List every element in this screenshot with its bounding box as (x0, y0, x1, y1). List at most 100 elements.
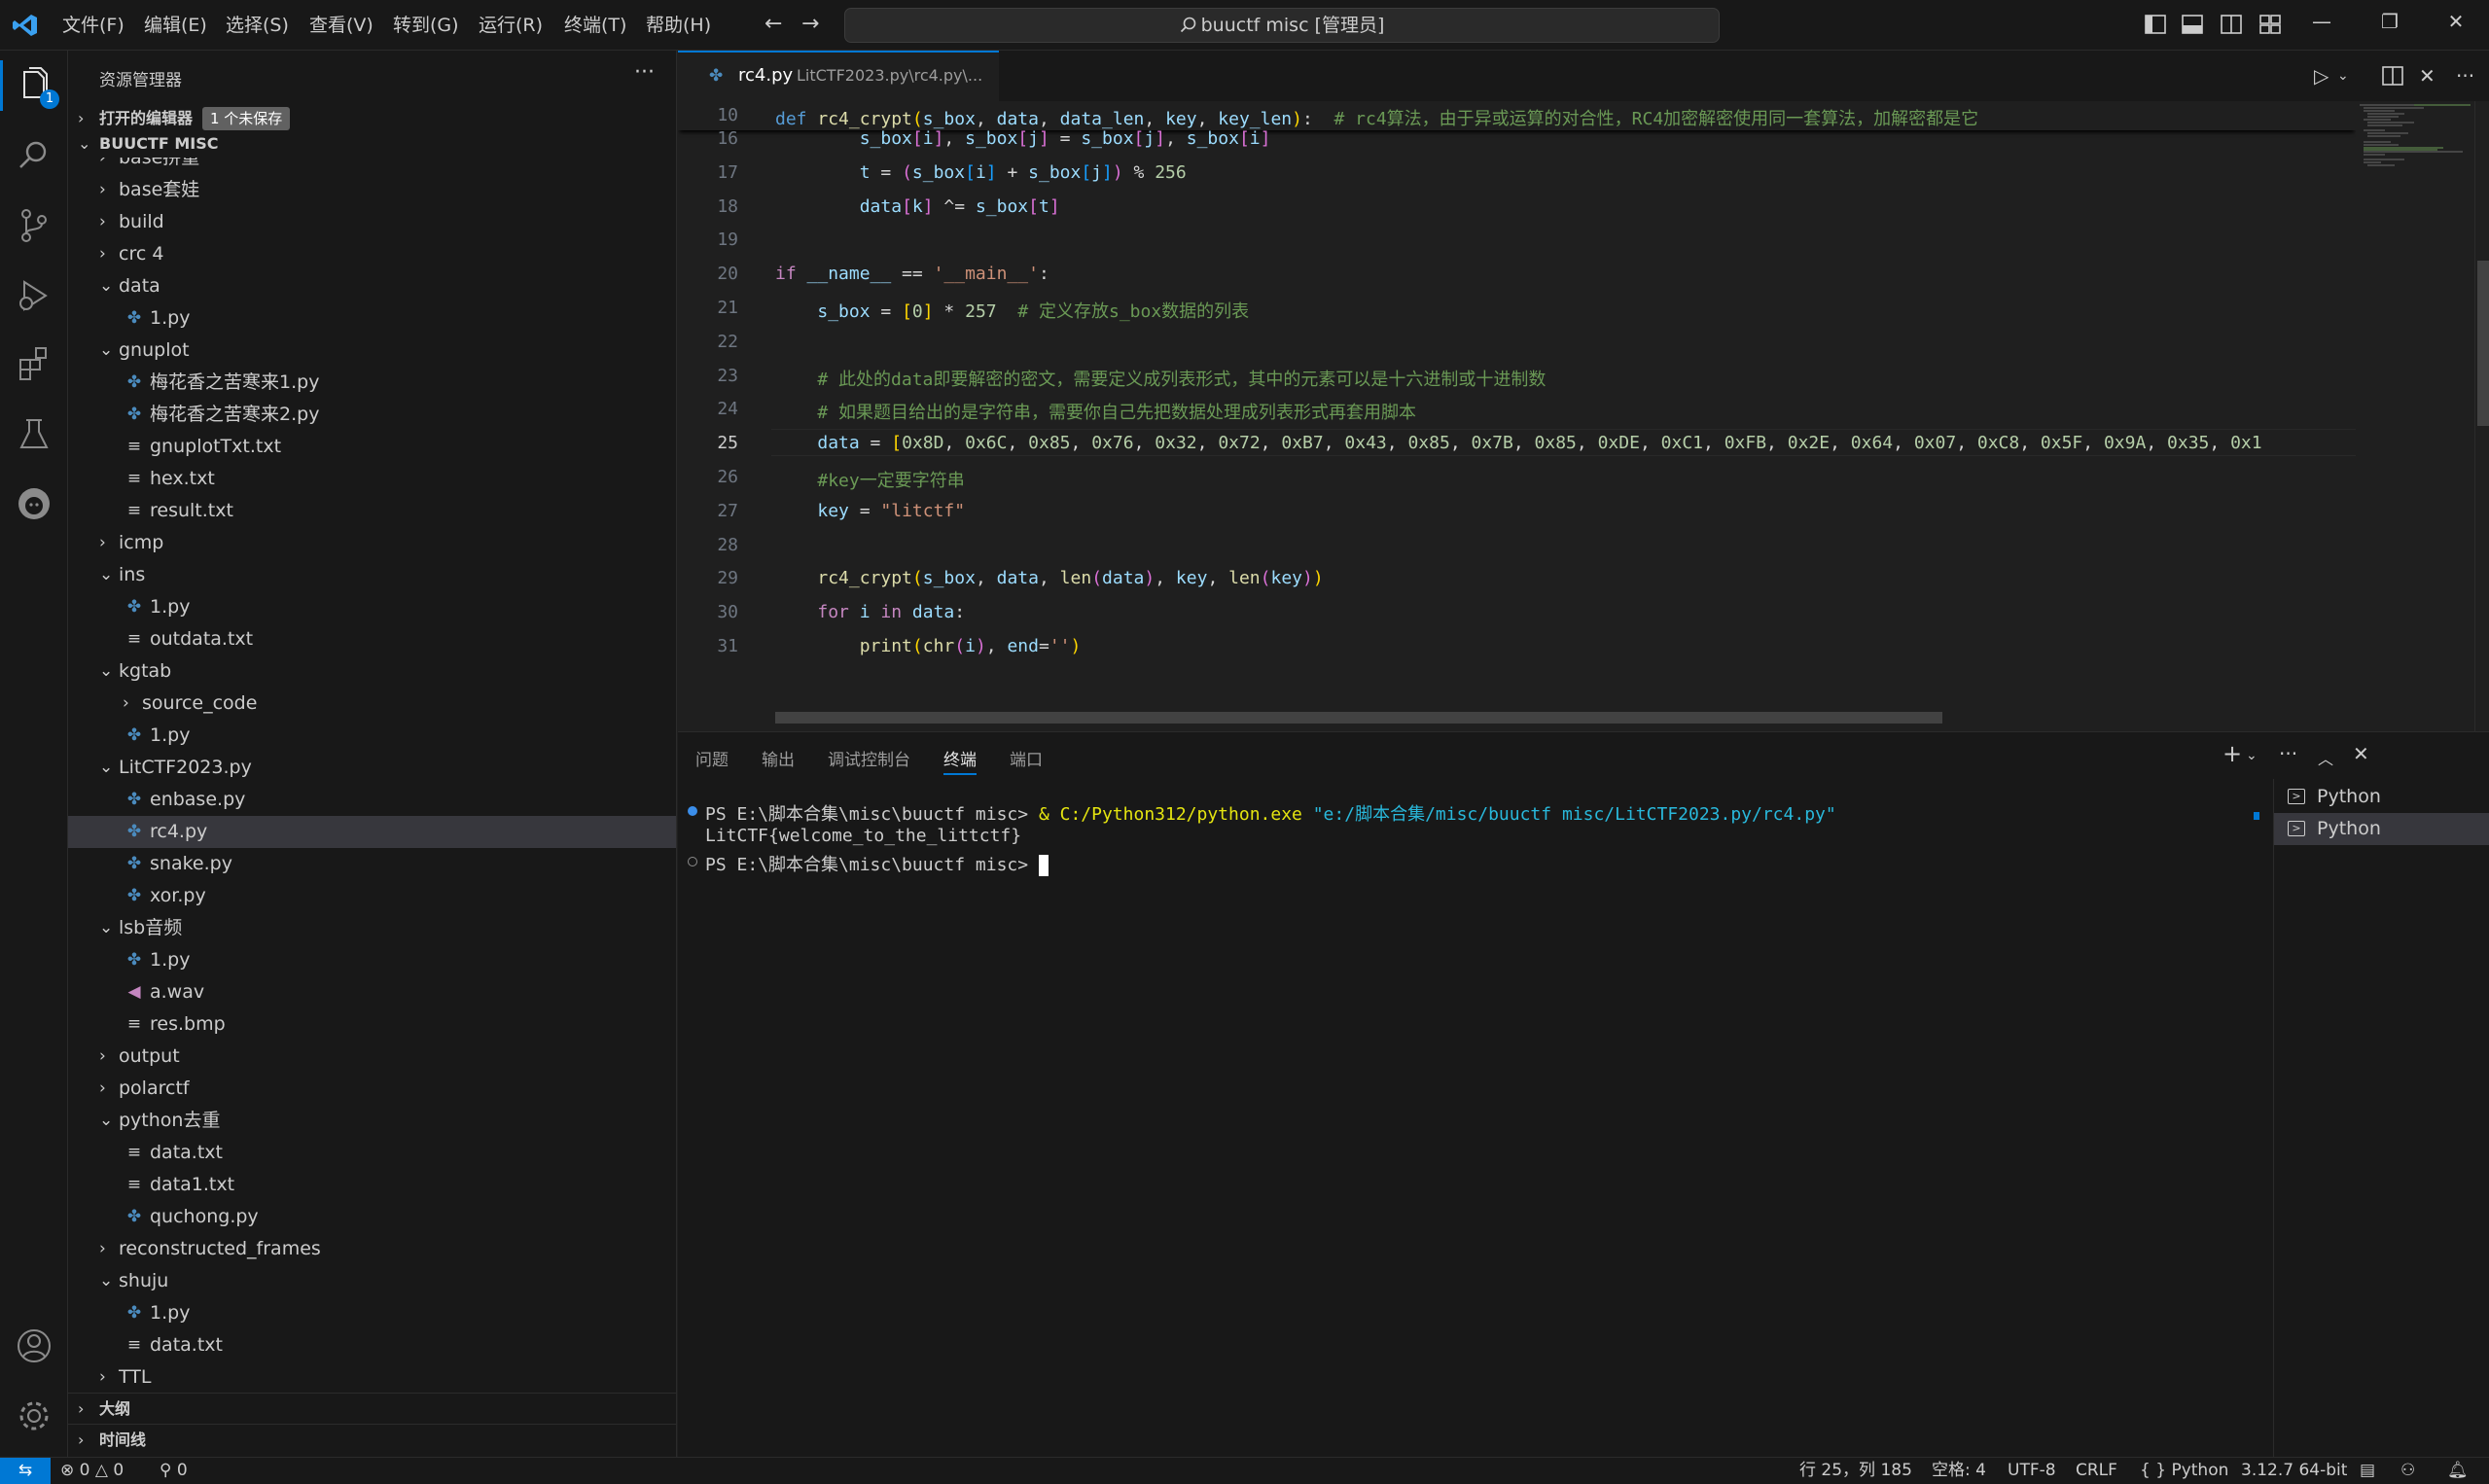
sticky-scroll-header[interactable]: 10 def rc4_crypt(s_box, data, data_len, k… (678, 101, 2356, 130)
menu-item[interactable]: 文件(F) (62, 12, 124, 39)
horizontal-scroll-thumb[interactable] (775, 712, 1942, 724)
run-file-icon[interactable]: ▷ (2314, 64, 2329, 88)
restore-icon[interactable]: ❐ (2375, 10, 2404, 33)
tree-file[interactable]: ≡ outdata.txt (68, 623, 676, 655)
panel-tab[interactable]: 端口 (1010, 746, 1043, 770)
code-editor[interactable]: j = (j + s_box[i]) % 25610def rc4_crypt(… (678, 101, 2489, 731)
tree-folder[interactable]: › base拼重 (68, 158, 676, 174)
line-ending[interactable]: CRLF (2076, 1458, 2117, 1483)
editor-more-icon[interactable]: ··· (2456, 64, 2474, 88)
run-debug-icon[interactable] (13, 274, 55, 317)
tree-file[interactable]: ✤ enbase.py (68, 784, 676, 816)
command-center-search[interactable]: buuctf misc [管理员] (844, 8, 1720, 43)
settings-gear-icon[interactable] (13, 1395, 55, 1437)
tree-file[interactable]: ≡ gnuplotTxt.txt (68, 431, 676, 463)
testing-icon[interactable] (13, 412, 55, 455)
editor-vertical-scrollbar[interactable] (2474, 101, 2489, 731)
customize-layout-icon[interactable] (2258, 14, 2282, 35)
toggle-panel-icon[interactable] (2181, 14, 2204, 35)
back-arrow-icon[interactable]: ← (764, 12, 782, 36)
tree-folder[interactable]: ⌄ LitCTF2023.py (68, 752, 676, 784)
tree-file[interactable]: ✤ snake.py (68, 848, 676, 880)
tree-file[interactable]: ✤ 梅花香之苦寒来1.py (68, 367, 676, 399)
notifications-bell-icon[interactable]: 🔔︎ (2447, 1458, 2469, 1483)
vertical-scroll-thumb[interactable] (2477, 261, 2489, 426)
menu-item[interactable]: 查看(V) (309, 12, 373, 39)
tree-folder[interactable]: ⌄ data (68, 270, 676, 302)
panel-more-icon[interactable]: ··· (2279, 742, 2297, 765)
explorer-icon[interactable]: 1 (13, 64, 59, 109)
tree-folder[interactable]: › base套娃 (68, 174, 676, 206)
indentation[interactable]: 空格: 4 (1932, 1458, 1986, 1483)
close-panel-icon[interactable]: ✕ (2353, 742, 2369, 765)
minimap[interactable] (2356, 101, 2474, 731)
ports-status[interactable]: ⚲ 0 (160, 1458, 188, 1483)
terminal-dropdown-icon[interactable]: ⌄ (2246, 748, 2258, 763)
tree-folder[interactable]: › TTL (68, 1361, 676, 1385)
tree-file[interactable]: ✤ quchong.py (68, 1201, 676, 1233)
tree-file[interactable]: ≡ hex.txt (68, 463, 676, 495)
menu-item[interactable]: 转到(G) (393, 12, 459, 39)
search-icon[interactable] (13, 134, 55, 177)
tree-folder[interactable]: ⌄ shuju (68, 1265, 676, 1297)
tree-file[interactable]: ≡ data.txt (68, 1137, 676, 1169)
tree-file[interactable]: ✤ rc4.py (68, 816, 676, 848)
new-terminal-icon[interactable]: + (2222, 740, 2242, 767)
tree-folder[interactable]: › icmp (68, 527, 676, 559)
tree-folder[interactable]: ⌄ gnuplot (68, 335, 676, 367)
menu-item[interactable]: 运行(R) (479, 12, 543, 39)
minimize-icon[interactable]: — (2307, 10, 2336, 33)
tree-folder[interactable]: › build (68, 206, 676, 238)
panel-tab[interactable]: 输出 (762, 746, 795, 770)
panel-tab[interactable]: 终端 (943, 746, 977, 770)
github-icon[interactable] (13, 482, 55, 525)
file-info-icon[interactable]: ▤ (2360, 1458, 2375, 1483)
panel-tab[interactable]: 调试控制台 (828, 746, 910, 770)
remote-indicator-icon[interactable]: ⇆ (0, 1458, 51, 1484)
split-editor-icon[interactable] (2382, 66, 2403, 86)
tree-folder[interactable]: › source_code (68, 688, 676, 720)
terminal-item-1[interactable]: > Python (2274, 781, 2489, 813)
tab-rc4-py[interactable]: ✤ rc4.py LitCTF2023.py\rc4.py\... (678, 51, 999, 101)
accounts-icon[interactable] (13, 1325, 55, 1367)
copilot-icon[interactable]: ⚇ (2400, 1458, 2415, 1483)
source-control-icon[interactable] (13, 204, 55, 247)
timeline-section[interactable]: › 时间线 (68, 1424, 676, 1455)
tree-file[interactable]: ◀ a.wav (68, 976, 676, 1008)
problems-status[interactable]: ⊗ 0 △ 0 (60, 1458, 124, 1483)
tree-file[interactable]: ✤ 1.py (68, 720, 676, 752)
tree-file[interactable]: ✤ 梅花香之苦寒来2.py (68, 399, 676, 431)
tree-folder[interactable]: ⌄ python去重 (68, 1105, 676, 1137)
toggle-secondary-sidebar-icon[interactable] (2220, 14, 2243, 35)
language-mode[interactable]: { } Python (2140, 1458, 2228, 1483)
cursor-position[interactable]: 行 25，列 185 (1799, 1458, 1912, 1483)
menu-item[interactable]: 选择(S) (226, 12, 289, 39)
tree-file[interactable]: ✤ 1.py (68, 944, 676, 976)
extensions-icon[interactable] (13, 342, 55, 385)
tree-file[interactable]: ✤ 1.py (68, 1297, 676, 1329)
tree-folder[interactable]: › reconstructed_frames (68, 1233, 676, 1265)
folder-section[interactable]: ⌄ BUUCTF MISC (68, 128, 676, 159)
tree-file[interactable]: ✤ 1.py (68, 302, 676, 335)
toggle-primary-sidebar-icon[interactable] (2144, 14, 2167, 35)
tree-folder[interactable]: › output (68, 1041, 676, 1073)
sidebar-more-icon[interactable]: ··· (634, 60, 655, 85)
tree-file[interactable]: ✤ 1.py (68, 591, 676, 623)
close-editor-icon[interactable]: ✕ (2419, 64, 2436, 88)
forward-arrow-icon[interactable]: → (801, 12, 819, 36)
tree-file[interactable]: ✤ xor.py (68, 880, 676, 912)
tree-file[interactable]: ≡ res.bmp (68, 1008, 676, 1041)
menu-item[interactable]: 编辑(E) (144, 12, 207, 39)
tree-folder[interactable]: › polarctf (68, 1073, 676, 1105)
tree-file[interactable]: ≡ data.txt (68, 1329, 676, 1361)
tree-file[interactable]: ≡ result.txt (68, 495, 676, 527)
tree-folder[interactable]: ⌄ lsb音频 (68, 912, 676, 944)
python-interpreter[interactable]: 3.12.7 64-bit (2241, 1458, 2347, 1483)
tree-folder[interactable]: › crc 4 (68, 238, 676, 270)
menu-item[interactable]: 终端(T) (564, 12, 626, 39)
menu-item[interactable]: 帮助(H) (646, 12, 711, 39)
maximize-panel-icon[interactable]: ︿ (2318, 746, 2333, 769)
close-window-icon[interactable]: ✕ (2441, 10, 2471, 33)
tree-folder[interactable]: ⌄ ins (68, 559, 676, 591)
outline-section[interactable]: › 大纲 (68, 1393, 676, 1424)
